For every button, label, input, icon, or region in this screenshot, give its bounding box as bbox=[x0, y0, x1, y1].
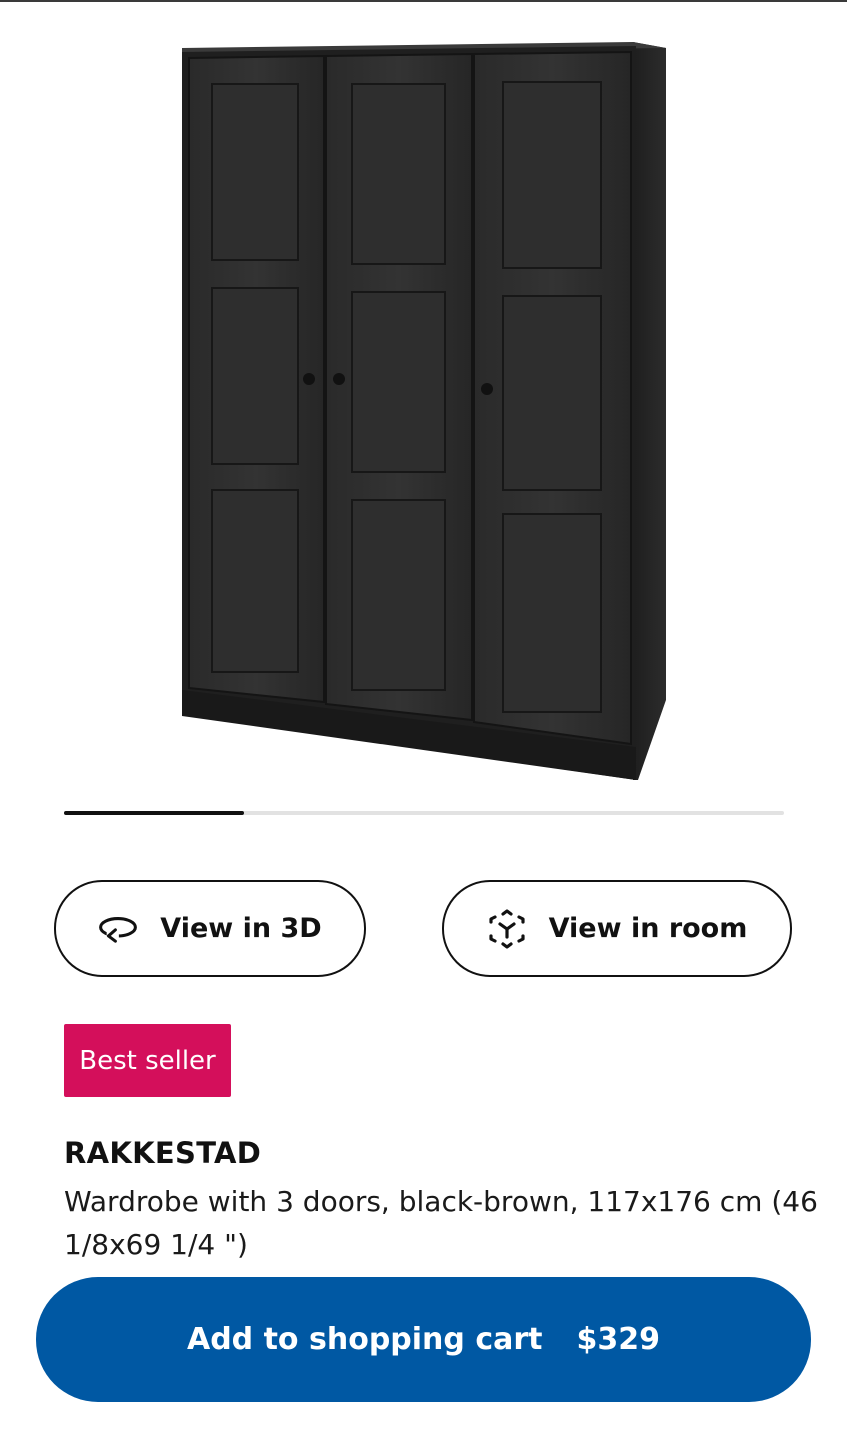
view-in-room-button[interactable]: View in room bbox=[442, 880, 792, 977]
add-to-cart-button[interactable]: Add to shopping cart $329 bbox=[36, 1277, 811, 1402]
best-seller-badge: Best seller bbox=[64, 1024, 231, 1097]
wardrobe-illustration bbox=[182, 42, 666, 780]
view-in-3d-label: View in 3D bbox=[160, 913, 322, 944]
image-carousel-progress[interactable] bbox=[64, 811, 784, 815]
product-name: RAKKESTAD bbox=[64, 1136, 262, 1170]
badge-label: Best seller bbox=[79, 1045, 216, 1076]
product-image[interactable] bbox=[0, 2, 847, 802]
ar-cube-icon bbox=[487, 908, 527, 949]
product-description: Wardrobe with 3 doors, black-brown, 117x… bbox=[64, 1185, 818, 1261]
add-to-cart-label: Add to shopping cart bbox=[186, 1322, 543, 1357]
view-in-3d-button[interactable]: View in 3D bbox=[54, 880, 366, 977]
carousel-progress-fill bbox=[64, 811, 244, 815]
rotate-3d-icon bbox=[98, 909, 138, 949]
price: $329 bbox=[576, 1322, 661, 1357]
view-in-room-label: View in room bbox=[548, 913, 748, 944]
